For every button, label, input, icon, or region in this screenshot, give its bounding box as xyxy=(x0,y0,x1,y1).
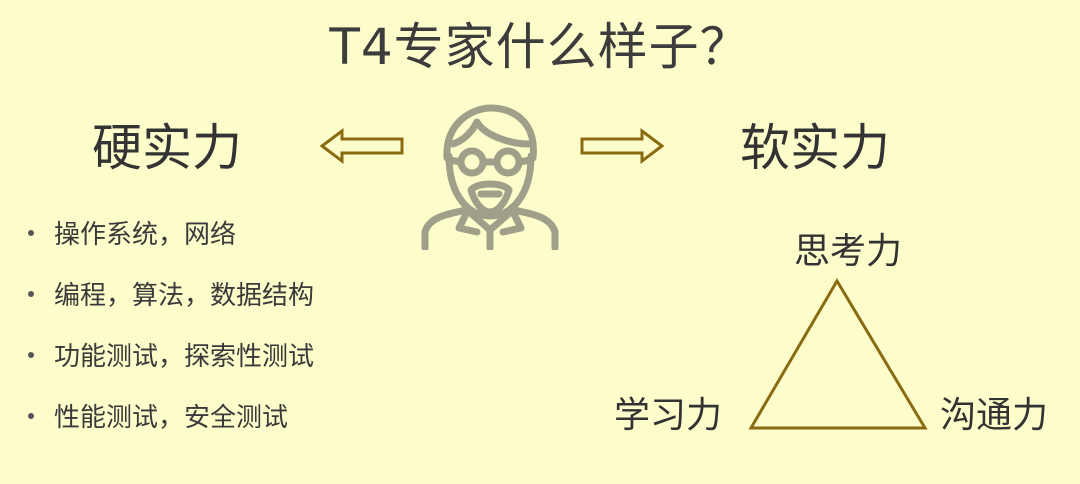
list-item-label: 操作系统，网络 xyxy=(54,220,237,250)
skill-thinking: 思考力 xyxy=(794,231,903,272)
list-item-label: 功能测试，探索性测试 xyxy=(54,342,315,372)
list-item: 编程，算法，数据结构 xyxy=(28,271,314,332)
list-item: 功能测试，探索性测试 xyxy=(28,332,314,393)
slide-title: T4专家什么样子？ xyxy=(329,18,751,76)
arrow-right-icon xyxy=(580,128,664,164)
bullet-icon xyxy=(28,229,34,236)
arrow-left-icon xyxy=(320,128,404,164)
bullet-icon xyxy=(28,290,34,297)
skill-communication: 沟通力 xyxy=(940,395,1049,436)
list-item-label: 性能测试，安全测试 xyxy=(54,403,289,433)
hard-power-heading: 硬实力 xyxy=(92,119,242,177)
soft-skills-triangle xyxy=(748,278,928,430)
expert-person-icon xyxy=(421,104,559,250)
list-item: 操作系统，网络 xyxy=(28,210,314,271)
bullet-icon xyxy=(28,412,34,419)
soft-power-heading: 软实力 xyxy=(740,119,890,177)
skill-learning: 学习力 xyxy=(614,395,723,436)
list-item: 性能测试，安全测试 xyxy=(28,393,314,454)
list-item-label: 编程，算法，数据结构 xyxy=(54,281,315,311)
bullet-icon xyxy=(28,351,34,358)
hard-power-list: 操作系统，网络 编程，算法，数据结构 功能测试，探索性测试 性能测试，安全测试 xyxy=(28,210,314,454)
